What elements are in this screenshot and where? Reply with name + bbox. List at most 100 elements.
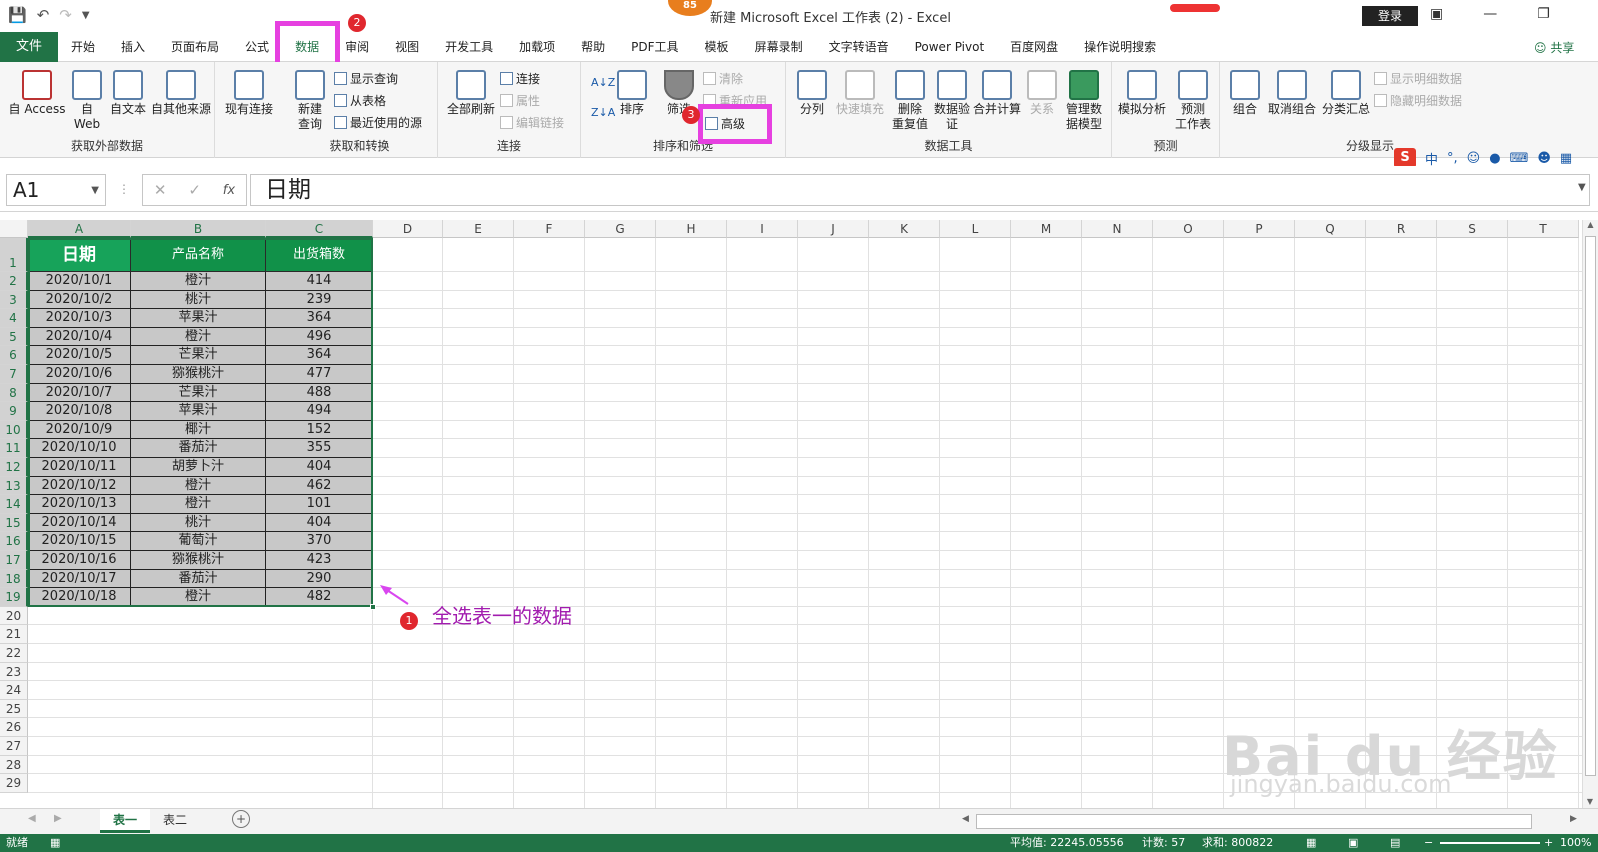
- table-cell[interactable]: 2020/10/13: [28, 495, 131, 514]
- row-header[interactable]: 25: [0, 699, 28, 719]
- tab-0[interactable]: 开始: [58, 32, 108, 62]
- row-header[interactable]: 1: [0, 238, 28, 272]
- column-header[interactable]: C: [266, 220, 373, 238]
- table-cell[interactable]: 桃汁: [131, 513, 266, 533]
- ime-mode[interactable]: 中: [1425, 149, 1438, 168]
- manage-data-model-button[interactable]: 管理数 据模型: [1062, 70, 1106, 132]
- fill-handle[interactable]: [370, 603, 376, 610]
- sort-button[interactable]: 排序: [615, 70, 649, 117]
- row-header[interactable]: 22: [0, 644, 28, 663]
- table-cell[interactable]: 488: [266, 383, 373, 403]
- expand-formula-icon[interactable]: ▼: [1578, 182, 1586, 193]
- select-all-corner[interactable]: [0, 220, 28, 238]
- consolidate-button[interactable]: 合并计算: [972, 70, 1022, 117]
- column-header[interactable]: O: [1153, 220, 1224, 238]
- row-header[interactable]: 24: [0, 681, 28, 700]
- cancel-icon[interactable]: ✕: [154, 181, 167, 199]
- table-cell[interactable]: 2020/10/18: [28, 588, 131, 607]
- row-header[interactable]: 2: [0, 272, 28, 291]
- table-cell[interactable]: 101: [266, 495, 373, 514]
- table-cell[interactable]: 370: [266, 532, 373, 551]
- chevron-down-icon[interactable]: ▼: [91, 176, 99, 206]
- row-header[interactable]: 11: [0, 439, 28, 458]
- formula-input[interactable]: 日期: [250, 174, 1590, 206]
- table-cell[interactable]: 462: [266, 476, 373, 496]
- tab-13[interactable]: 文字转语音: [816, 32, 902, 62]
- forecast-sheet-button[interactable]: 预测 工作表: [1170, 70, 1216, 132]
- table-cell[interactable]: 423: [266, 551, 373, 570]
- tab-12[interactable]: 屏幕录制: [742, 32, 816, 62]
- connections-button[interactable]: 连接: [500, 70, 540, 87]
- table-cell[interactable]: 404: [266, 513, 373, 533]
- table-cell[interactable]: 364: [266, 309, 373, 328]
- data-validation-button[interactable]: 数据验证: [932, 70, 972, 132]
- tab-11[interactable]: 模板: [692, 32, 742, 62]
- keyboard-icon[interactable]: ⌨: [1510, 151, 1529, 166]
- show-queries-button[interactable]: 显示查询: [334, 70, 398, 87]
- table-cell[interactable]: 2020/10/3: [28, 309, 131, 328]
- zoom-in-icon[interactable]: +: [1544, 834, 1553, 852]
- column-header[interactable]: L: [940, 220, 1011, 238]
- sort-az-icon[interactable]: A↓Z: [591, 76, 615, 89]
- tab-14[interactable]: Power Pivot: [902, 32, 998, 62]
- table-cell[interactable]: 2020/10/10: [28, 439, 131, 458]
- column-header[interactable]: S: [1437, 220, 1508, 238]
- table-cell[interactable]: 2020/10/12: [28, 476, 131, 496]
- vertical-scrollbar[interactable]: ▲ ▼: [1582, 220, 1598, 808]
- column-header[interactable]: K: [869, 220, 940, 238]
- tab-8[interactable]: 加载项: [506, 32, 568, 62]
- row-header[interactable]: 7: [0, 365, 28, 384]
- column-header[interactable]: T: [1508, 220, 1579, 238]
- show-detail-button[interactable]: 显示明细数据: [1374, 70, 1462, 87]
- table-cell[interactable]: 364: [266, 346, 373, 365]
- login-button[interactable]: 登录: [1362, 6, 1418, 26]
- scroll-down-icon[interactable]: ▼: [1583, 797, 1597, 806]
- tab-9[interactable]: 帮助: [568, 32, 618, 62]
- name-box[interactable]: A1 ▼: [6, 174, 106, 206]
- table-cell[interactable]: 番茄汁: [131, 439, 266, 458]
- table-cell[interactable]: 239: [266, 290, 373, 310]
- table-cell[interactable]: 2020/10/5: [28, 346, 131, 365]
- punctuation-icon[interactable]: °,: [1447, 151, 1458, 166]
- text-to-columns-button[interactable]: 分列: [794, 70, 830, 117]
- table-header-cell[interactable]: 日期: [28, 238, 131, 272]
- hscroll-left-icon[interactable]: ◀: [962, 814, 969, 824]
- column-header[interactable]: B: [131, 220, 266, 238]
- table-cell[interactable]: 2020/10/9: [28, 420, 131, 440]
- row-header[interactable]: 15: [0, 513, 28, 533]
- hscroll-right-icon[interactable]: ▶: [1570, 814, 1577, 824]
- table-cell[interactable]: 猕猴桃汁: [131, 365, 266, 384]
- column-header[interactable]: H: [656, 220, 727, 238]
- save-icon[interactable]: 💾: [8, 6, 27, 24]
- table-cell[interactable]: 496: [266, 327, 373, 347]
- from-access-button[interactable]: 自 Access: [6, 70, 68, 117]
- tab-2[interactable]: 页面布局: [158, 32, 232, 62]
- row-header[interactable]: 16: [0, 532, 28, 551]
- prev-sheet-icon[interactable]: ◀: [28, 813, 36, 824]
- column-header[interactable]: E: [443, 220, 514, 238]
- tab-16[interactable]: 操作说明搜索: [1071, 32, 1169, 62]
- table-cell[interactable]: 2020/10/11: [28, 458, 131, 477]
- from-table-button[interactable]: 从表格: [334, 92, 386, 109]
- column-header[interactable]: G: [585, 220, 656, 238]
- refresh-all-button[interactable]: 全部刷新: [444, 70, 498, 117]
- from-web-button[interactable]: 自 Web: [70, 70, 104, 132]
- table-cell[interactable]: 苹果汁: [131, 402, 266, 421]
- table-cell[interactable]: 494: [266, 402, 373, 421]
- tab-6[interactable]: 视图: [382, 32, 432, 62]
- hide-detail-button[interactable]: 隐藏明细数据: [1374, 92, 1462, 109]
- column-header[interactable]: J: [798, 220, 869, 238]
- clear-filter-button[interactable]: 清除: [703, 70, 743, 87]
- row-header[interactable]: 9: [0, 402, 28, 421]
- next-sheet-icon[interactable]: ▶: [54, 813, 62, 824]
- relationships-button[interactable]: 关系: [1024, 70, 1060, 117]
- insert-function-button[interactable]: fx: [223, 183, 235, 198]
- row-header[interactable]: 4: [0, 309, 28, 328]
- zoom-slider[interactable]: [1440, 842, 1540, 844]
- table-cell[interactable]: 2020/10/14: [28, 513, 131, 533]
- table-cell[interactable]: 290: [266, 569, 373, 589]
- table-cell[interactable]: 橙汁: [131, 495, 266, 514]
- add-sheet-icon[interactable]: +: [232, 810, 250, 828]
- new-query-button[interactable]: 新建 查询: [288, 70, 332, 132]
- row-header[interactable]: 3: [0, 290, 28, 310]
